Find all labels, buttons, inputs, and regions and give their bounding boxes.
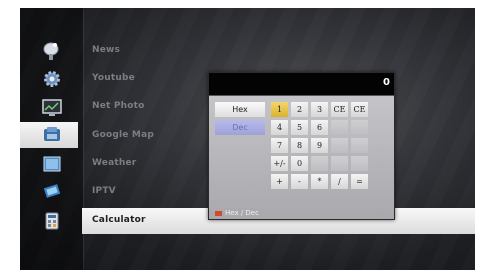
menu-item-google-map[interactable]: Google Map <box>92 130 154 140</box>
key-ce[interactable]: CE <box>331 102 348 117</box>
network-icon[interactable] <box>41 180 63 202</box>
dec-mode-button[interactable]: Dec <box>215 120 265 135</box>
menu-item-weather[interactable]: Weather <box>92 158 136 168</box>
menu-item-news[interactable]: News <box>92 45 120 55</box>
key-6[interactable]: 6 <box>311 120 328 135</box>
key-equals[interactable]: = <box>351 174 368 189</box>
key-ce-2[interactable]: CE <box>351 102 368 117</box>
menu-item-calculator[interactable]: Calculator <box>92 215 146 225</box>
key-1[interactable]: 1 <box>271 102 288 117</box>
monitor-chart-icon[interactable] <box>41 97 63 119</box>
phone-icon[interactable] <box>41 124 63 146</box>
key-disabled <box>351 138 368 153</box>
key-disabled <box>351 120 368 135</box>
key-disabled <box>331 138 348 153</box>
key-multiply[interactable]: * <box>311 174 328 189</box>
red-button-icon <box>215 210 222 216</box>
menu-item-net-photo[interactable]: Net Photo <box>92 101 145 111</box>
key-2[interactable]: 2 <box>291 102 308 117</box>
hex-mode-button[interactable]: Hex <box>215 102 265 117</box>
key-disabled <box>331 120 348 135</box>
display-value: 0 <box>383 77 390 88</box>
menu-item-youtube[interactable]: Youtube <box>92 73 135 83</box>
key-7[interactable]: 7 <box>271 138 288 153</box>
key-9[interactable]: 9 <box>311 138 328 153</box>
key-4[interactable]: 4 <box>271 120 288 135</box>
key-divide[interactable]: / <box>331 174 348 189</box>
satellite-dish-icon[interactable] <box>41 40 63 62</box>
calculator-dialog: 0 Hex Dec 1 2 3 CE CE 4 5 6 7 8 9 +/- 0 … <box>208 72 395 220</box>
hint-text: Hex / Dec <box>225 209 259 217</box>
gear-icon[interactable] <box>41 68 63 90</box>
key-3[interactable]: 3 <box>311 102 328 117</box>
key-disabled <box>351 156 368 171</box>
key-plus-minus[interactable]: +/- <box>271 156 288 171</box>
key-add[interactable]: + <box>271 174 288 189</box>
key-0[interactable]: 0 <box>291 156 308 171</box>
calculator-icon[interactable] <box>41 210 63 232</box>
key-8[interactable]: 8 <box>291 138 308 153</box>
screen-icon[interactable] <box>41 153 63 175</box>
key-5[interactable]: 5 <box>291 120 308 135</box>
key-disabled <box>331 156 348 171</box>
key-subtract[interactable]: - <box>291 174 308 189</box>
calculator-display: 0 <box>209 73 394 96</box>
key-disabled <box>311 156 328 171</box>
menu-item-iptv[interactable]: IPTV <box>92 186 116 196</box>
hint-bar: Hex / Dec <box>215 209 259 217</box>
tv-screen: News Youtube Net Photo Google Map Weathe… <box>20 8 475 270</box>
